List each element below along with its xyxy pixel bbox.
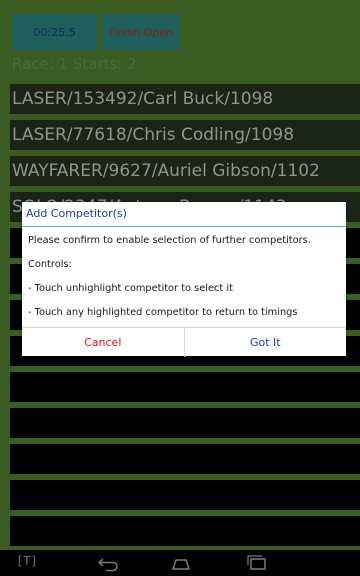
timer-text: 00:25.5 <box>33 25 76 39</box>
got-it-button[interactable]: Got It <box>185 328 347 357</box>
competitor-row[interactable]: LASER/77618/Chris Codling/1098 <box>10 120 360 150</box>
competitor-row[interactable]: LASER/153492/Carl Buck/1098 <box>10 84 360 114</box>
competitor-row-empty[interactable] <box>10 444 360 474</box>
finish-text: Finish Open <box>108 25 174 39</box>
keyboard-toggle[interactable]: [T] <box>16 554 38 568</box>
back-icon[interactable] <box>94 552 124 574</box>
finish-open-button[interactable]: Finish Open <box>102 14 180 50</box>
competitor-row[interactable]: WAYFARER/9627/Auriel Gibson/1102 <box>10 156 360 186</box>
recent-apps-icon[interactable] <box>242 552 272 574</box>
competitor-row-empty[interactable] <box>10 516 360 546</box>
competitor-row-empty[interactable] <box>10 480 360 510</box>
timer-button[interactable]: 00:25.5 <box>12 14 97 50</box>
dialog-title: Add Competitor(s) <box>22 202 346 227</box>
dialog-instruction: - Touch unhighlight competitor to select… <box>28 283 233 294</box>
dialog-footer: Cancel Got It <box>22 327 346 357</box>
system-nav-bar: [T] <box>0 550 360 576</box>
dialog-controls-heading: Controls: <box>28 259 72 270</box>
home-icon[interactable] <box>166 552 196 574</box>
race-status: Race: 1 Starts: 2 <box>12 55 137 73</box>
competitor-row-empty[interactable] <box>10 372 360 402</box>
cancel-button[interactable]: Cancel <box>22 328 185 357</box>
add-competitor-dialog: Add Competitor(s) Please confirm to enab… <box>22 202 346 357</box>
competitor-row-empty[interactable] <box>10 408 360 438</box>
dialog-body: Please confirm to enable selection of fu… <box>22 227 346 331</box>
top-bar: 00:25.5 Finish Open Race: 1 Starts: 2 <box>0 0 360 84</box>
dialog-message: Please confirm to enable selection of fu… <box>28 235 311 246</box>
